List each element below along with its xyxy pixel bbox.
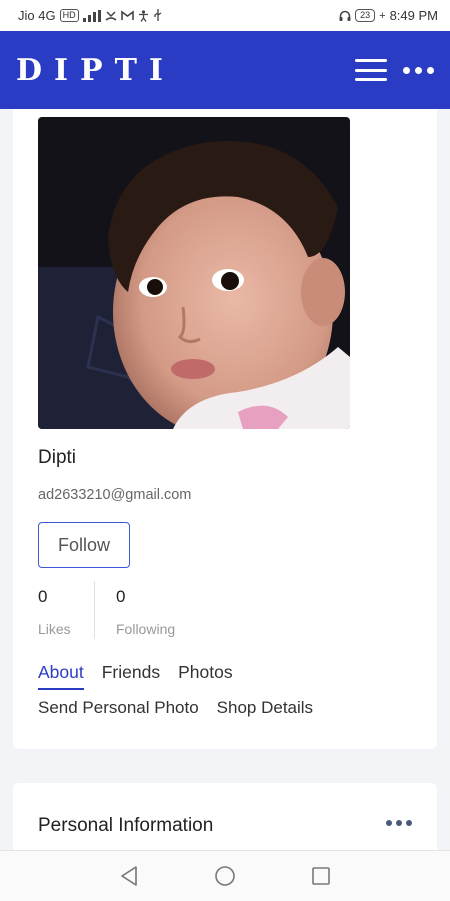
likes-count: 0 — [38, 587, 48, 606]
profile-name: Dipti — [38, 447, 77, 468]
gmail-icon — [120, 10, 134, 20]
personal-info-card: Personal Information — [13, 783, 437, 853]
status-right: 23 + 8:49 PM — [339, 8, 438, 23]
more-horizontal-icon[interactable] — [386, 820, 412, 826]
profile-email: ad2633210@gmail.com — [38, 487, 192, 503]
app-bar-actions — [355, 59, 434, 81]
more-options-icon[interactable] — [403, 66, 434, 74]
profile-tabs: About Friends Photos — [38, 662, 233, 690]
hamburger-icon[interactable] — [355, 59, 387, 81]
following-count: 0 — [116, 587, 126, 606]
following-stat[interactable]: 0 Following — [116, 587, 175, 637]
system-nav-bar — [0, 850, 450, 901]
accessibility-icon — [138, 9, 148, 22]
personal-info-title: Personal Information — [38, 815, 214, 836]
brand-logo[interactable]: DIPTI — [16, 53, 175, 88]
signal-icon — [82, 9, 101, 22]
usb-icon — [153, 9, 161, 21]
tab-about[interactable]: About — [38, 662, 84, 690]
battery-icon: 23 — [355, 9, 376, 22]
status-bar: Jio 4G HD 23 + 8:49 PM — [0, 0, 450, 31]
home-icon[interactable] — [213, 864, 237, 888]
likes-stat[interactable]: 0 Likes — [38, 587, 71, 637]
tab-friends[interactable]: Friends — [102, 662, 160, 690]
missed-call-icon — [105, 10, 117, 21]
tab-send-personal-photo[interactable]: Send Personal Photo — [38, 698, 199, 725]
recents-icon[interactable] — [309, 864, 333, 888]
headset-icon — [339, 10, 351, 21]
profile-tabs-secondary: Send Personal Photo Shop Details — [38, 698, 313, 725]
tab-shop-details[interactable]: Shop Details — [217, 698, 313, 725]
hd-badge: HD — [59, 9, 79, 22]
app-bar: DIPTI — [0, 31, 450, 109]
status-left: Jio 4G HD — [18, 8, 163, 23]
profile-card: Dipti ad2633210@gmail.com Follow 0 Likes… — [13, 109, 437, 749]
tab-photos[interactable]: Photos — [178, 662, 232, 690]
charging-icon: + — [379, 9, 386, 22]
likes-label: Likes — [38, 621, 71, 637]
clock: 8:49 PM — [389, 8, 438, 23]
following-label: Following — [116, 621, 176, 637]
profile-photo[interactable] — [38, 117, 350, 429]
carrier-label: Jio 4G — [18, 8, 56, 23]
follow-button[interactable]: Follow — [38, 522, 130, 568]
back-icon[interactable] — [117, 864, 141, 888]
stat-divider — [94, 581, 95, 639]
